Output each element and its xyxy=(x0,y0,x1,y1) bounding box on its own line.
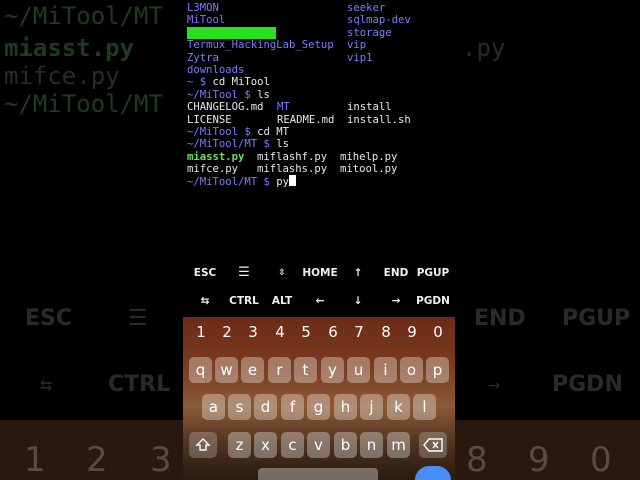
bg-text: PGDN xyxy=(552,372,623,397)
bg-text: ☰ xyxy=(128,306,148,331)
terminal-line: LICENSE README.md install.sh xyxy=(187,113,411,126)
phone-screen: L3MON seeker MiTool sqlmap-dev Termux_Hack… xyxy=(183,0,455,480)
backspace-icon[interactable] xyxy=(419,432,447,458)
bg-text: ⇆ xyxy=(40,372,53,396)
soft-keyboard: 1 2 3 4 5 6 7 8 9 0 q w e r t y u i o p … xyxy=(183,317,455,480)
key-a[interactable]: a xyxy=(202,394,225,420)
bg-text: PGUP xyxy=(562,306,631,331)
bg-text: CTRL xyxy=(108,372,171,397)
terminal-line: Zytra vip1 xyxy=(187,51,373,64)
key-e[interactable]: e xyxy=(241,357,264,383)
command-input[interactable]: py xyxy=(276,176,289,188)
extra-keys-row-2: ⇆ CTRL ALT ← ↓ → PGDN xyxy=(183,287,455,315)
extra-keys-row-1: ESC ☰ ⇳ HOME ↑ END PGUP xyxy=(183,259,455,287)
bg-text: 0 xyxy=(590,440,612,480)
terminal-output[interactable]: L3MON seeker MiTool sqlmap-dev Termux_Hack… xyxy=(187,0,453,188)
key-w[interactable]: w xyxy=(215,357,238,383)
terminal-line: CHANGELOG.md MT install xyxy=(187,101,392,114)
bg-text: ~/MiTool/MT xyxy=(4,90,163,118)
key-t[interactable]: t xyxy=(294,357,317,383)
key-d[interactable]: d xyxy=(254,394,277,420)
bg-text: 8 xyxy=(466,440,488,480)
terminal-line: MiTool sqlmap-dev xyxy=(187,14,411,27)
key-v[interactable]: v xyxy=(307,432,330,458)
space-bar[interactable] xyxy=(258,468,378,480)
key-9[interactable]: 9 xyxy=(399,319,425,345)
key-n[interactable]: n xyxy=(360,432,383,458)
prompt: ~ $ xyxy=(187,76,213,89)
text-selection-highlight: Termux_Hacking xyxy=(187,26,277,39)
prompt: ~/MiTool/MT $ xyxy=(187,176,277,189)
shift-icon[interactable] xyxy=(189,432,217,458)
bg-text: → xyxy=(488,372,501,396)
terminal-line: Termux_HackingLab_Setup vip xyxy=(187,39,367,52)
pgdn-key[interactable]: PGDN xyxy=(411,287,455,315)
key-i[interactable]: i xyxy=(374,357,397,383)
key-5[interactable]: 5 xyxy=(293,319,319,345)
text-cursor xyxy=(289,175,297,187)
esc-key[interactable]: ESC xyxy=(183,259,227,287)
key-f[interactable]: f xyxy=(281,394,304,420)
key-s[interactable]: s xyxy=(228,394,251,420)
terminal-line: ~/MiTool/MT $ ls xyxy=(187,138,290,151)
tab-key[interactable]: ⇆ xyxy=(183,287,227,315)
key-b[interactable]: b xyxy=(334,432,357,458)
key-l[interactable]: l xyxy=(413,394,436,420)
enter-key[interactable] xyxy=(415,466,451,480)
prompt: ~/MiTool/MT $ xyxy=(187,138,277,151)
bg-text: END xyxy=(474,306,526,331)
terminal-line: miasst.py miflashf.py mihelp.py xyxy=(187,150,398,163)
bg-text: 2 xyxy=(86,440,108,480)
key-m[interactable]: m xyxy=(387,432,410,458)
key-6[interactable]: 6 xyxy=(320,319,346,345)
key-u[interactable]: u xyxy=(347,357,370,383)
bg-text: ESC xyxy=(25,306,73,331)
terminal-line: L3MON seeker xyxy=(187,2,386,14)
key-0[interactable]: 0 xyxy=(425,319,451,345)
key-r[interactable]: r xyxy=(268,357,291,383)
bg-text: ~/MiTool/MT xyxy=(4,2,163,30)
key-1[interactable]: 1 xyxy=(188,319,214,345)
bg-text: 3 xyxy=(150,440,172,480)
bg-text: miasst.py xyxy=(4,34,135,62)
prompt: ~/MiTool $ xyxy=(187,125,258,138)
terminal-line: ~ $ cd MiTool xyxy=(187,76,270,89)
terminal-line: mifce.py miflashs.py mitool.py xyxy=(187,163,398,176)
key-x[interactable]: x xyxy=(254,432,277,458)
prompt: ~/MiTool $ xyxy=(187,88,258,101)
bg-text: .py xyxy=(462,34,506,62)
key-3[interactable]: 3 xyxy=(240,319,266,345)
key-8[interactable]: 8 xyxy=(373,319,399,345)
key-4[interactable]: 4 xyxy=(267,319,293,345)
key-k[interactable]: k xyxy=(387,394,410,420)
terminal-line: downloads xyxy=(187,63,245,76)
key-o[interactable]: o xyxy=(400,357,423,383)
key-c[interactable]: c xyxy=(281,432,304,458)
terminal-line: ~/MiTool $ ls xyxy=(187,88,270,101)
key-z[interactable]: z xyxy=(228,432,251,458)
key-y[interactable]: y xyxy=(321,357,344,383)
terminal-line: Termux_Hacking storage xyxy=(187,26,392,39)
key-h[interactable]: h xyxy=(334,394,357,420)
key-g[interactable]: g xyxy=(307,394,330,420)
terminal-line: ~/MiTool/MT $ py xyxy=(187,175,453,189)
key-p[interactable]: p xyxy=(426,357,449,383)
bg-text: 1 xyxy=(24,440,46,480)
bg-text: 9 xyxy=(528,440,550,480)
key-2[interactable]: 2 xyxy=(214,319,240,345)
terminal-line: ~/MiTool $ cd MT xyxy=(187,125,290,138)
key-j[interactable]: j xyxy=(360,394,383,420)
key-7[interactable]: 7 xyxy=(346,319,372,345)
pgup-key[interactable]: PGUP xyxy=(411,259,455,287)
key-q[interactable]: q xyxy=(189,357,212,383)
bg-text: mifce.py xyxy=(4,62,120,90)
